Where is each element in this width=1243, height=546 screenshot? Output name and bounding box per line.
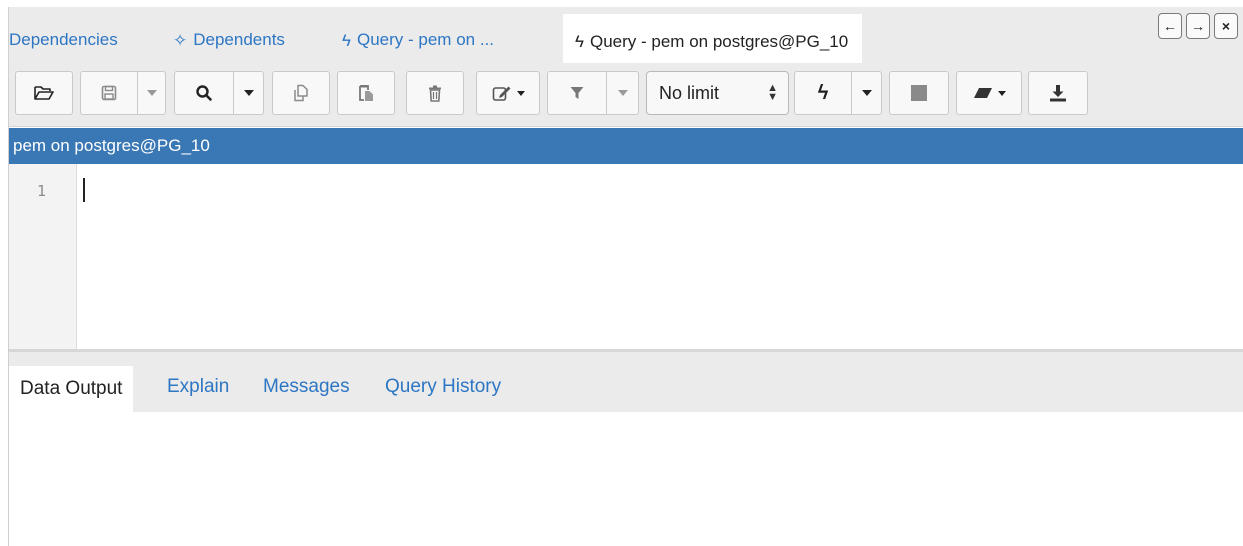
- delete-icon: [429, 85, 441, 102]
- open-file-button[interactable]: [15, 71, 73, 115]
- tab-strip: Dependencies ✧ Dependents ϟ Query - pem …: [9, 7, 1243, 63]
- chevron-down-icon: [243, 90, 254, 96]
- connection-title-bar: pem on postgres@PG_10: [9, 128, 1243, 164]
- query-tool-window: Dependencies ✧ Dependents ϟ Query - pem …: [8, 7, 1243, 546]
- copy-icon: [294, 84, 308, 102]
- tab-label: Data Output: [20, 378, 123, 399]
- lightning-icon: ϟ: [575, 32, 584, 51]
- arrow-right-icon: →: [1191, 18, 1205, 34]
- tab-label: Query - pem on ...: [357, 30, 494, 49]
- download-icon: [1050, 85, 1066, 102]
- select-arrows-icon: ▲ ▼: [767, 82, 778, 103]
- line-number: 1: [37, 182, 47, 200]
- tab-messages[interactable]: Messages: [263, 376, 350, 398]
- chevron-down-icon: [861, 90, 872, 96]
- eraser-icon: [973, 88, 992, 98]
- edit-dropdown-button[interactable]: [476, 71, 540, 115]
- arrow-left-icon: ←: [1163, 18, 1177, 34]
- tab-query-active[interactable]: ϟ Query - pem on postgres@PG_10: [563, 14, 863, 63]
- delete-button[interactable]: [406, 71, 464, 115]
- connection-label: pem on postgres@PG_10: [13, 136, 210, 155]
- download-button[interactable]: [1028, 71, 1088, 115]
- execute-button[interactable]: ϟ: [794, 71, 852, 115]
- back-button[interactable]: ←: [1158, 13, 1182, 39]
- tab-data-output[interactable]: Data Output: [9, 366, 134, 412]
- tab-dependencies[interactable]: Dependencies: [9, 25, 118, 55]
- chevron-down-icon: [146, 90, 157, 96]
- query-toolbar: No limit ▲ ▼ ϟ: [9, 63, 1243, 127]
- paste-button[interactable]: [337, 71, 395, 115]
- filter-dropdown-button[interactable]: [607, 71, 639, 115]
- chevron-down-icon: [516, 90, 525, 96]
- filter-button[interactable]: [547, 71, 607, 115]
- tab-label: Explain: [167, 376, 230, 397]
- output-tab-bar: Data Output Explain Messages Query Histo…: [9, 352, 1243, 412]
- find-dropdown-button[interactable]: [234, 71, 264, 115]
- tab-label: Dependencies: [9, 30, 118, 49]
- open-file-icon: [34, 86, 54, 100]
- find-button[interactable]: [174, 71, 234, 115]
- tab-label: Query History: [385, 376, 502, 397]
- edit-icon: [492, 86, 510, 101]
- dependents-icon: ✧: [173, 30, 188, 50]
- tab-nav-buttons: ← → ×: [1158, 13, 1238, 39]
- tab-label: Messages: [263, 376, 350, 397]
- chevron-down-icon: [617, 90, 628, 96]
- lightning-icon: ϟ: [817, 81, 829, 104]
- tab-explain[interactable]: Explain: [167, 376, 229, 398]
- tab-dependents[interactable]: ✧ Dependents: [173, 25, 285, 55]
- close-button[interactable]: ×: [1214, 13, 1238, 39]
- tab-query-history[interactable]: Query History: [385, 376, 501, 398]
- tab-query-1[interactable]: ϟ Query - pem on ...: [342, 25, 494, 55]
- forward-button[interactable]: →: [1186, 13, 1210, 39]
- chevron-down-icon: [997, 90, 1006, 96]
- save-dropdown-button[interactable]: [138, 71, 166, 115]
- tab-label: Dependents: [193, 30, 285, 49]
- stop-button[interactable]: [889, 71, 949, 115]
- text-cursor: [83, 178, 85, 202]
- data-output-panel: [9, 412, 1243, 546]
- tab-label: Query - pem on postgres@PG_10: [590, 31, 849, 51]
- clear-dropdown-button[interactable]: [956, 71, 1022, 115]
- line-number-gutter: 1: [9, 164, 77, 349]
- lightning-icon: ϟ: [342, 30, 351, 50]
- sql-editor[interactable]: 1: [9, 164, 1243, 352]
- row-limit-value: No limit: [659, 82, 720, 103]
- save-icon: [101, 85, 117, 101]
- close-icon: ×: [1221, 18, 1231, 34]
- execute-dropdown-button[interactable]: [852, 71, 882, 115]
- save-button[interactable]: [80, 71, 138, 115]
- row-limit-select[interactable]: No limit ▲ ▼: [646, 71, 789, 115]
- stop-icon: [911, 85, 927, 101]
- paste-icon: [359, 85, 373, 101]
- search-icon: [196, 85, 212, 101]
- filter-icon: [570, 87, 584, 99]
- copy-button[interactable]: [272, 71, 330, 115]
